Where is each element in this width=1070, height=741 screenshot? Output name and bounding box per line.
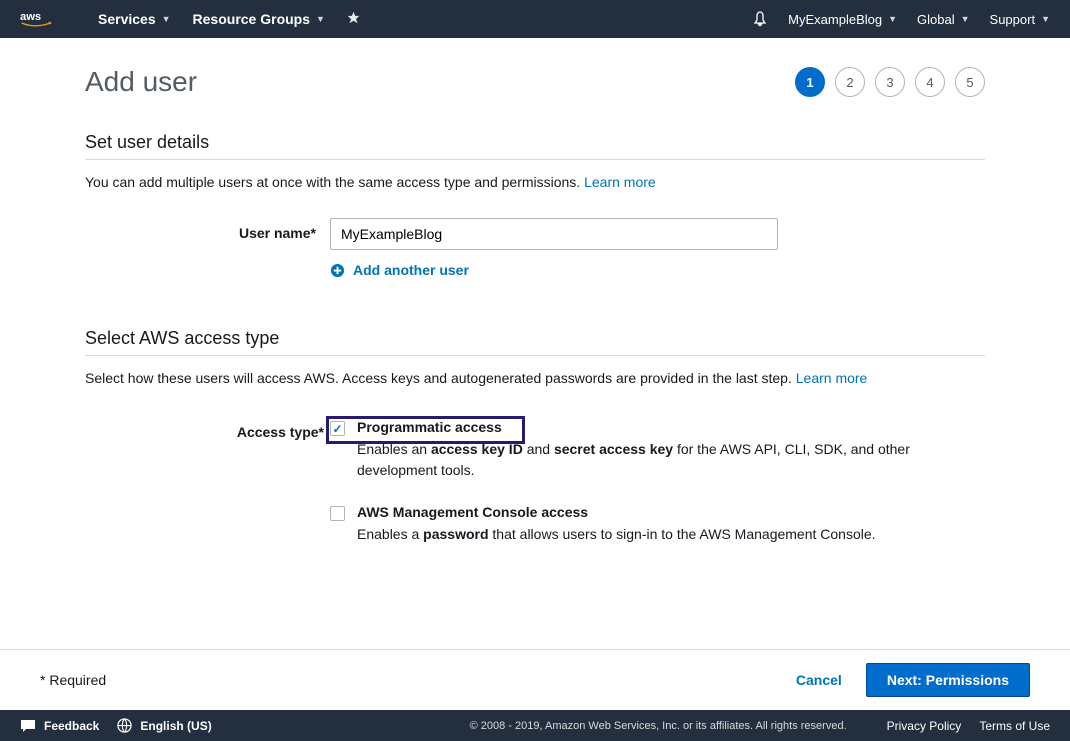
- section-access-type-title: Select AWS access type: [85, 328, 985, 356]
- nav-account[interactable]: MyExampleBlog ▼: [788, 12, 897, 27]
- username-input[interactable]: [330, 218, 778, 250]
- cancel-button[interactable]: Cancel: [796, 672, 842, 688]
- checkbox-console-access[interactable]: [330, 506, 345, 521]
- notifications-icon[interactable]: [752, 11, 768, 27]
- username-label: User name*: [85, 218, 330, 241]
- nav-support[interactable]: Support ▼: [990, 12, 1050, 27]
- svg-text:aws: aws: [20, 11, 41, 23]
- feedback-label: Feedback: [44, 719, 99, 733]
- section-access-type-desc: Select how these users will access AWS. …: [85, 370, 985, 386]
- nav-account-label: MyExampleBlog: [788, 12, 882, 27]
- access-option-title-2: AWS Management Console access: [357, 504, 985, 520]
- checkbox-programmatic-access[interactable]: [330, 421, 345, 436]
- chevron-down-icon: ▼: [316, 14, 325, 24]
- access-option-desc-1: Enables an access key ID and secret acce…: [357, 439, 917, 481]
- wizard-steps: 1 2 3 4 5: [795, 67, 985, 97]
- copyright-text: © 2008 - 2019, Amazon Web Services, Inc.…: [470, 720, 847, 732]
- chevron-down-icon: ▼: [162, 14, 171, 24]
- speech-bubble-icon: [20, 719, 36, 733]
- plus-circle-icon: [330, 263, 345, 278]
- page-header: Add user 1 2 3 4 5: [85, 66, 985, 98]
- footer-bar: * Required Cancel Next: Permissions: [0, 649, 1070, 710]
- step-2[interactable]: 2: [835, 67, 865, 97]
- nav-support-label: Support: [990, 12, 1036, 27]
- page-title: Add user: [85, 66, 197, 98]
- feedback-link[interactable]: Feedback: [20, 719, 99, 733]
- nav-region[interactable]: Global ▼: [917, 12, 970, 27]
- nav-services-label: Services: [98, 11, 156, 27]
- terms-of-use-link[interactable]: Terms of Use: [979, 719, 1050, 733]
- main-content: Add user 1 2 3 4 5 Set user details You …: [45, 38, 1025, 613]
- step-1[interactable]: 1: [795, 67, 825, 97]
- access-option-desc-2: Enables a password that allows users to …: [357, 524, 917, 545]
- access-option-title-1: Programmatic access: [357, 419, 985, 435]
- learn-more-link-2[interactable]: Learn more: [796, 370, 868, 386]
- section-user-details-desc-text: You can add multiple users at once with …: [85, 174, 584, 190]
- section-user-details-title: Set user details: [85, 132, 985, 160]
- access-type-label: Access type*: [85, 414, 330, 440]
- next-permissions-button[interactable]: Next: Permissions: [866, 663, 1030, 697]
- access-option-console: AWS Management Console access Enables a …: [330, 499, 985, 563]
- pin-icon[interactable]: [347, 11, 360, 27]
- access-type-options: Programmatic access Enables an access ke…: [330, 414, 985, 563]
- access-option-programmatic: Programmatic access Enables an access ke…: [330, 414, 985, 499]
- add-another-user-label: Add another user: [353, 262, 469, 278]
- chevron-down-icon: ▼: [961, 14, 970, 24]
- step-4[interactable]: 4: [915, 67, 945, 97]
- nav-resource-groups[interactable]: Resource Groups ▼: [193, 11, 325, 27]
- nav-region-label: Global: [917, 12, 955, 27]
- learn-more-link[interactable]: Learn more: [584, 174, 656, 190]
- section-access-type-desc-text: Select how these users will access AWS. …: [85, 370, 796, 386]
- step-3[interactable]: 3: [875, 67, 905, 97]
- top-nav: aws Services ▼ Resource Groups ▼ MyExamp…: [0, 0, 1070, 38]
- privacy-policy-link[interactable]: Privacy Policy: [887, 719, 962, 733]
- add-another-user-button[interactable]: Add another user: [330, 262, 985, 278]
- nav-resource-groups-label: Resource Groups: [193, 11, 310, 27]
- globe-icon: [117, 718, 132, 733]
- step-5[interactable]: 5: [955, 67, 985, 97]
- chevron-down-icon: ▼: [888, 14, 897, 24]
- aws-logo[interactable]: aws: [20, 9, 68, 29]
- language-label: English (US): [140, 719, 211, 733]
- language-selector[interactable]: English (US): [117, 718, 211, 733]
- bottom-bar: Feedback English (US) © 2008 - 2019, Ama…: [0, 710, 1070, 741]
- chevron-down-icon: ▼: [1041, 14, 1050, 24]
- access-type-row: Access type* Programmatic access Enables…: [85, 414, 985, 563]
- required-note: * Required: [40, 672, 106, 688]
- section-user-details-desc: You can add multiple users at once with …: [85, 174, 985, 190]
- nav-services[interactable]: Services ▼: [98, 11, 171, 27]
- username-row: User name*: [85, 218, 985, 250]
